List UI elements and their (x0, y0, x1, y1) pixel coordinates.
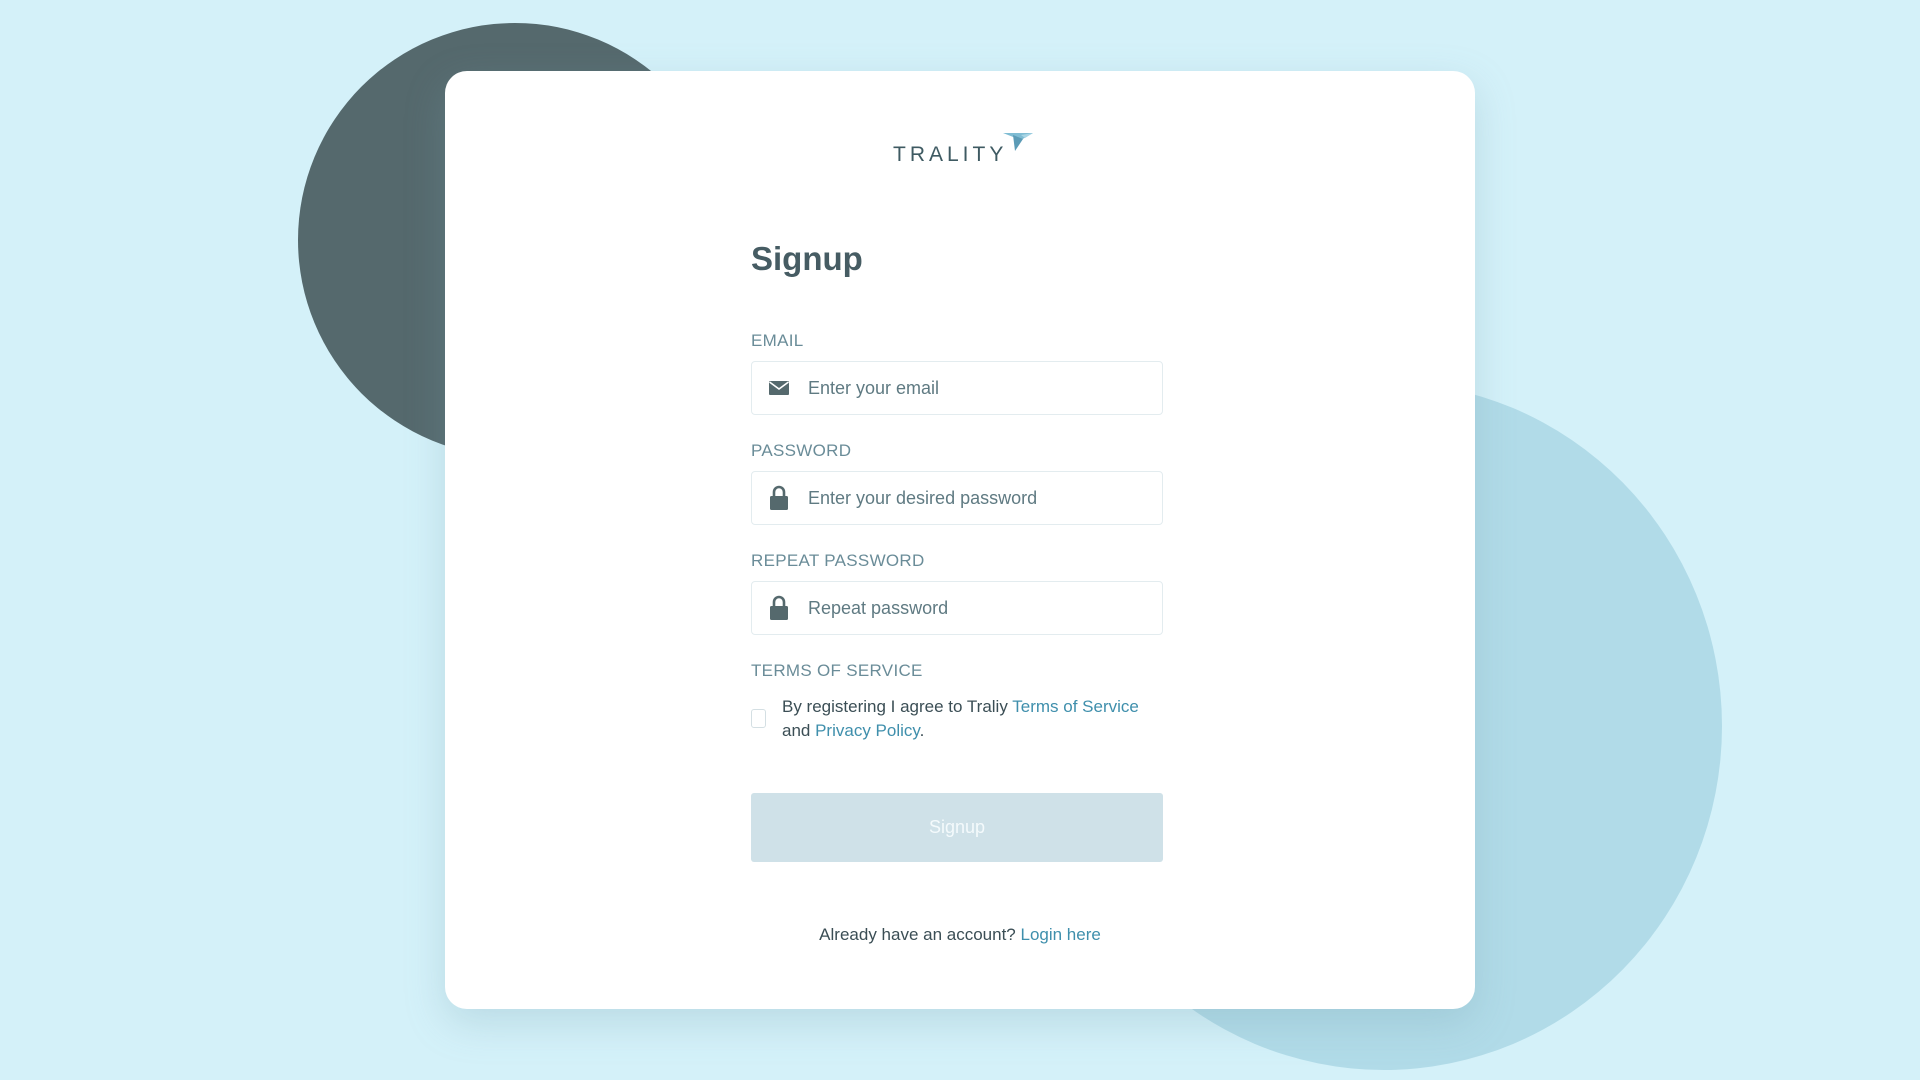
trality-logo: TRALITY (893, 127, 1035, 167)
repeat-password-field-wrapper (751, 581, 1163, 635)
terms-text-before: By registering I agree to Traliy (782, 697, 1013, 716)
terms-label: TERMS OF SERVICE (751, 661, 923, 680)
email-input[interactable] (808, 362, 1148, 414)
login-link[interactable]: Login here (1020, 925, 1100, 944)
logo-text: TRALITY (893, 143, 1008, 166)
repeat-password-label: REPEAT PASSWORD (751, 551, 925, 570)
terms-text: By registering I agree to Traliy Terms o… (782, 695, 1139, 743)
page-title: Signup (751, 240, 863, 277)
email-field-wrapper (751, 361, 1163, 415)
login-prompt-text: Already have an account? (819, 925, 1021, 944)
terms-row: By registering I agree to Traliy Terms o… (751, 695, 1163, 743)
signup-card: TRALITY Signup EMAIL PASSWORD (445, 71, 1475, 1009)
signup-button[interactable]: Signup (751, 793, 1163, 862)
password-input[interactable] (808, 472, 1148, 524)
envelope-icon (768, 375, 790, 401)
password-label: PASSWORD (751, 441, 852, 460)
terms-checkbox[interactable] (751, 709, 766, 728)
lock-icon (768, 485, 790, 511)
lock-icon (768, 595, 790, 621)
privacy-policy-link[interactable]: Privacy Policy (815, 721, 920, 740)
email-label: EMAIL (751, 331, 804, 350)
terms-of-service-link[interactable]: Terms of Service (1012, 697, 1139, 716)
repeat-password-input[interactable] (808, 582, 1148, 634)
login-prompt: Already have an account? Login here (445, 925, 1475, 945)
logo-bird-icon (1003, 133, 1034, 151)
signup-form: Signup EMAIL PASSWORD REPEAT PASSWORD (751, 239, 1163, 862)
terms-text-after: . (919, 721, 925, 740)
password-field-wrapper (751, 471, 1163, 525)
terms-text-and: and (782, 721, 816, 740)
